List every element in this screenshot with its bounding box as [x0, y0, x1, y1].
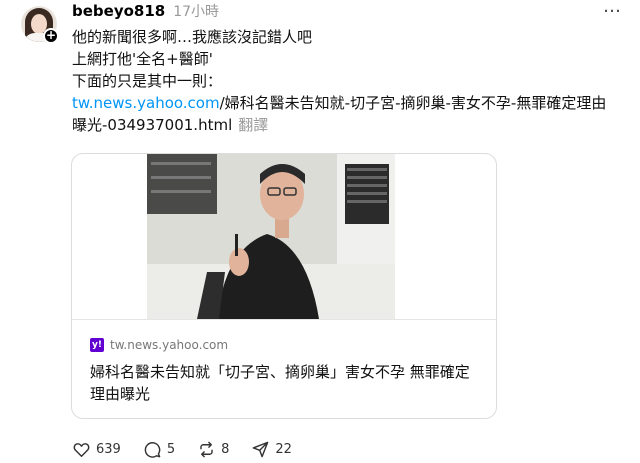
comment-count: 5: [166, 441, 176, 457]
repost-button[interactable]: 8: [197, 440, 229, 459]
share-count: 22: [275, 441, 292, 457]
avatar[interactable]: +: [21, 6, 59, 44]
more-options-icon[interactable]: …: [603, 0, 627, 18]
post-header: bebeyo818 17小時: [72, 1, 219, 21]
heart-icon: [73, 442, 90, 457]
repost-icon: [200, 441, 213, 457]
like-count: 639: [96, 441, 121, 457]
yahoo-logo-icon: y!: [90, 338, 104, 352]
send-icon: [253, 441, 269, 457]
card-divider: [72, 319, 496, 320]
source-domain: tw.news.yahoo.com: [110, 338, 229, 352]
post-line: 下面的只是其中一則：: [72, 72, 223, 90]
comment-button[interactable]: 5: [143, 440, 175, 459]
post-link-path[interactable]: /婦科名醫未告知就-切子宮-摘卵巢-害女不孕-無罪確定理由: [220, 94, 607, 112]
post-link-path[interactable]: 曝光-034937001.html: [72, 116, 232, 134]
username[interactable]: bebeyo818: [72, 2, 165, 20]
card-source: y! tw.news.yahoo.com: [90, 338, 228, 352]
post-link-line: tw.news.yahoo.com/婦科名醫未告知就-切子宮-摘卵巢-害女不孕-…: [72, 92, 632, 114]
translate-button[interactable]: 翻譯: [238, 116, 268, 134]
action-bar: 639 5 8 22: [72, 440, 314, 458]
like-button[interactable]: 639: [72, 440, 121, 459]
follow-plus-icon[interactable]: +: [43, 28, 59, 44]
share-button[interactable]: 22: [251, 440, 292, 459]
post-line: 他的新聞很多啊…我應該沒記錯人吧: [72, 28, 313, 46]
comment-icon: [144, 441, 161, 458]
repost-count: 8: [221, 441, 230, 457]
link-preview-card[interactable]: y! tw.news.yahoo.com 婦科名醫未告知就「切子宮、摘卵巢」害女…: [71, 153, 497, 419]
post-link-line: 曝光-034937001.html 翻譯: [72, 114, 632, 136]
timestamp[interactable]: 17小時: [173, 1, 219, 21]
post-link[interactable]: tw.news.yahoo.com: [72, 94, 220, 112]
preview-image: [147, 154, 395, 319]
post-line: 上網打他'全名+醫師': [72, 50, 213, 68]
card-title[interactable]: 婦科名醫未告知就「切子宮、摘卵巢」害女不孕 無罪確定理由曝光: [90, 361, 482, 405]
post-body: 他的新聞很多啊…我應該沒記錯人吧 上網打他'全名+醫師' 下面的只是其中一則： …: [72, 26, 632, 136]
